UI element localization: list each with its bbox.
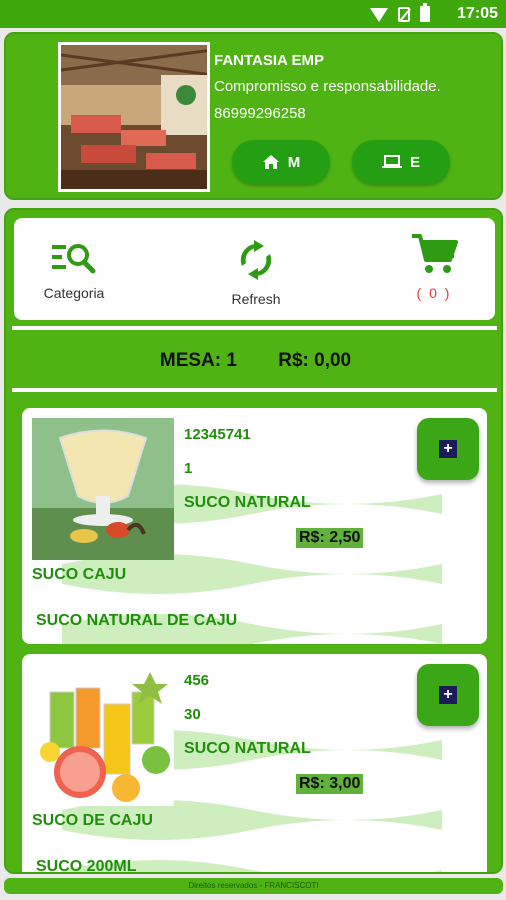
wifi-icon xyxy=(370,8,388,22)
battery-icon xyxy=(420,3,430,22)
status-time: 17:05 xyxy=(457,5,498,22)
product-image xyxy=(32,418,174,560)
plus-icon: + xyxy=(439,440,457,458)
refresh-icon xyxy=(240,240,272,280)
add-to-cart-button[interactable]: + xyxy=(417,664,479,726)
product-card[interactable]: 12345741 1 SUCO NATURAL R$: 2,50 SUCO CA… xyxy=(22,408,487,644)
product-code: 456 xyxy=(184,672,210,689)
product-price: R$: 3,00 xyxy=(296,774,364,794)
company-header: FANTASIA EMP Compromisso e responsabilid… xyxy=(4,32,503,200)
product-card[interactable]: 456 30 SUCO NATURAL R$: 3,00 SUCO DE CAJ… xyxy=(22,654,487,874)
product-code: 12345741 xyxy=(184,426,251,443)
cart-count: ( 0 ) xyxy=(416,285,452,301)
product-name: SUCO CAJU xyxy=(32,566,127,583)
product-image xyxy=(32,664,174,806)
product-qty: 1 xyxy=(184,460,193,477)
divider-top xyxy=(12,326,497,330)
status-icons xyxy=(370,3,430,22)
add-to-cart-button[interactable]: + xyxy=(417,418,479,480)
product-price: R$: 2,50 xyxy=(296,528,364,548)
cart-icon xyxy=(412,234,458,273)
category-button[interactable]: Categoria xyxy=(14,240,134,301)
status-bar: 17:05 xyxy=(0,0,506,28)
company-slogan: Compromisso e responsabilidade. xyxy=(214,78,441,95)
product-category: SUCO NATURAL xyxy=(184,740,311,757)
company-phone: 86999296258 xyxy=(214,105,306,122)
cart-button[interactable]: ( 0 ) xyxy=(374,232,494,301)
product-category: SUCO NATURAL xyxy=(184,494,311,511)
product-qty: 30 xyxy=(184,706,201,723)
main-panel: Categoria Refresh ( 0 ) MESA: 1 R$: 0,00 xyxy=(4,208,503,874)
divider-bottom xyxy=(12,388,497,392)
toolbar: Categoria Refresh ( 0 ) xyxy=(14,218,495,320)
refresh-button[interactable]: Refresh xyxy=(196,240,316,307)
laptop-icon xyxy=(381,155,402,168)
menu-e-button[interactable]: E xyxy=(352,140,450,184)
menu-m-button[interactable]: M xyxy=(232,140,330,184)
category-search-icon xyxy=(52,244,96,274)
menu-m-label: M xyxy=(287,153,301,171)
total-amount: R$: 0,00 xyxy=(278,350,352,371)
home-icon xyxy=(262,155,279,169)
plus-icon: + xyxy=(439,686,457,704)
order-totals: MESA: 1 R$: 0,00 xyxy=(6,350,501,372)
product-description: SUCO NATURAL DE CAJU xyxy=(36,612,238,629)
restaurant-photo xyxy=(58,42,210,192)
company-name: FANTASIA EMP xyxy=(214,52,325,69)
menu-e-label: E xyxy=(409,153,420,171)
product-name: SUCO DE CAJU xyxy=(32,812,153,829)
category-label: Categoria xyxy=(43,285,105,301)
no-sim-icon xyxy=(398,6,410,22)
product-description: SUCO 200ML xyxy=(36,858,137,874)
table-number: MESA: 1 xyxy=(159,350,237,371)
footer: Direitos reservados - FRANCISCOTI xyxy=(4,878,503,894)
refresh-label: Refresh xyxy=(231,291,281,307)
